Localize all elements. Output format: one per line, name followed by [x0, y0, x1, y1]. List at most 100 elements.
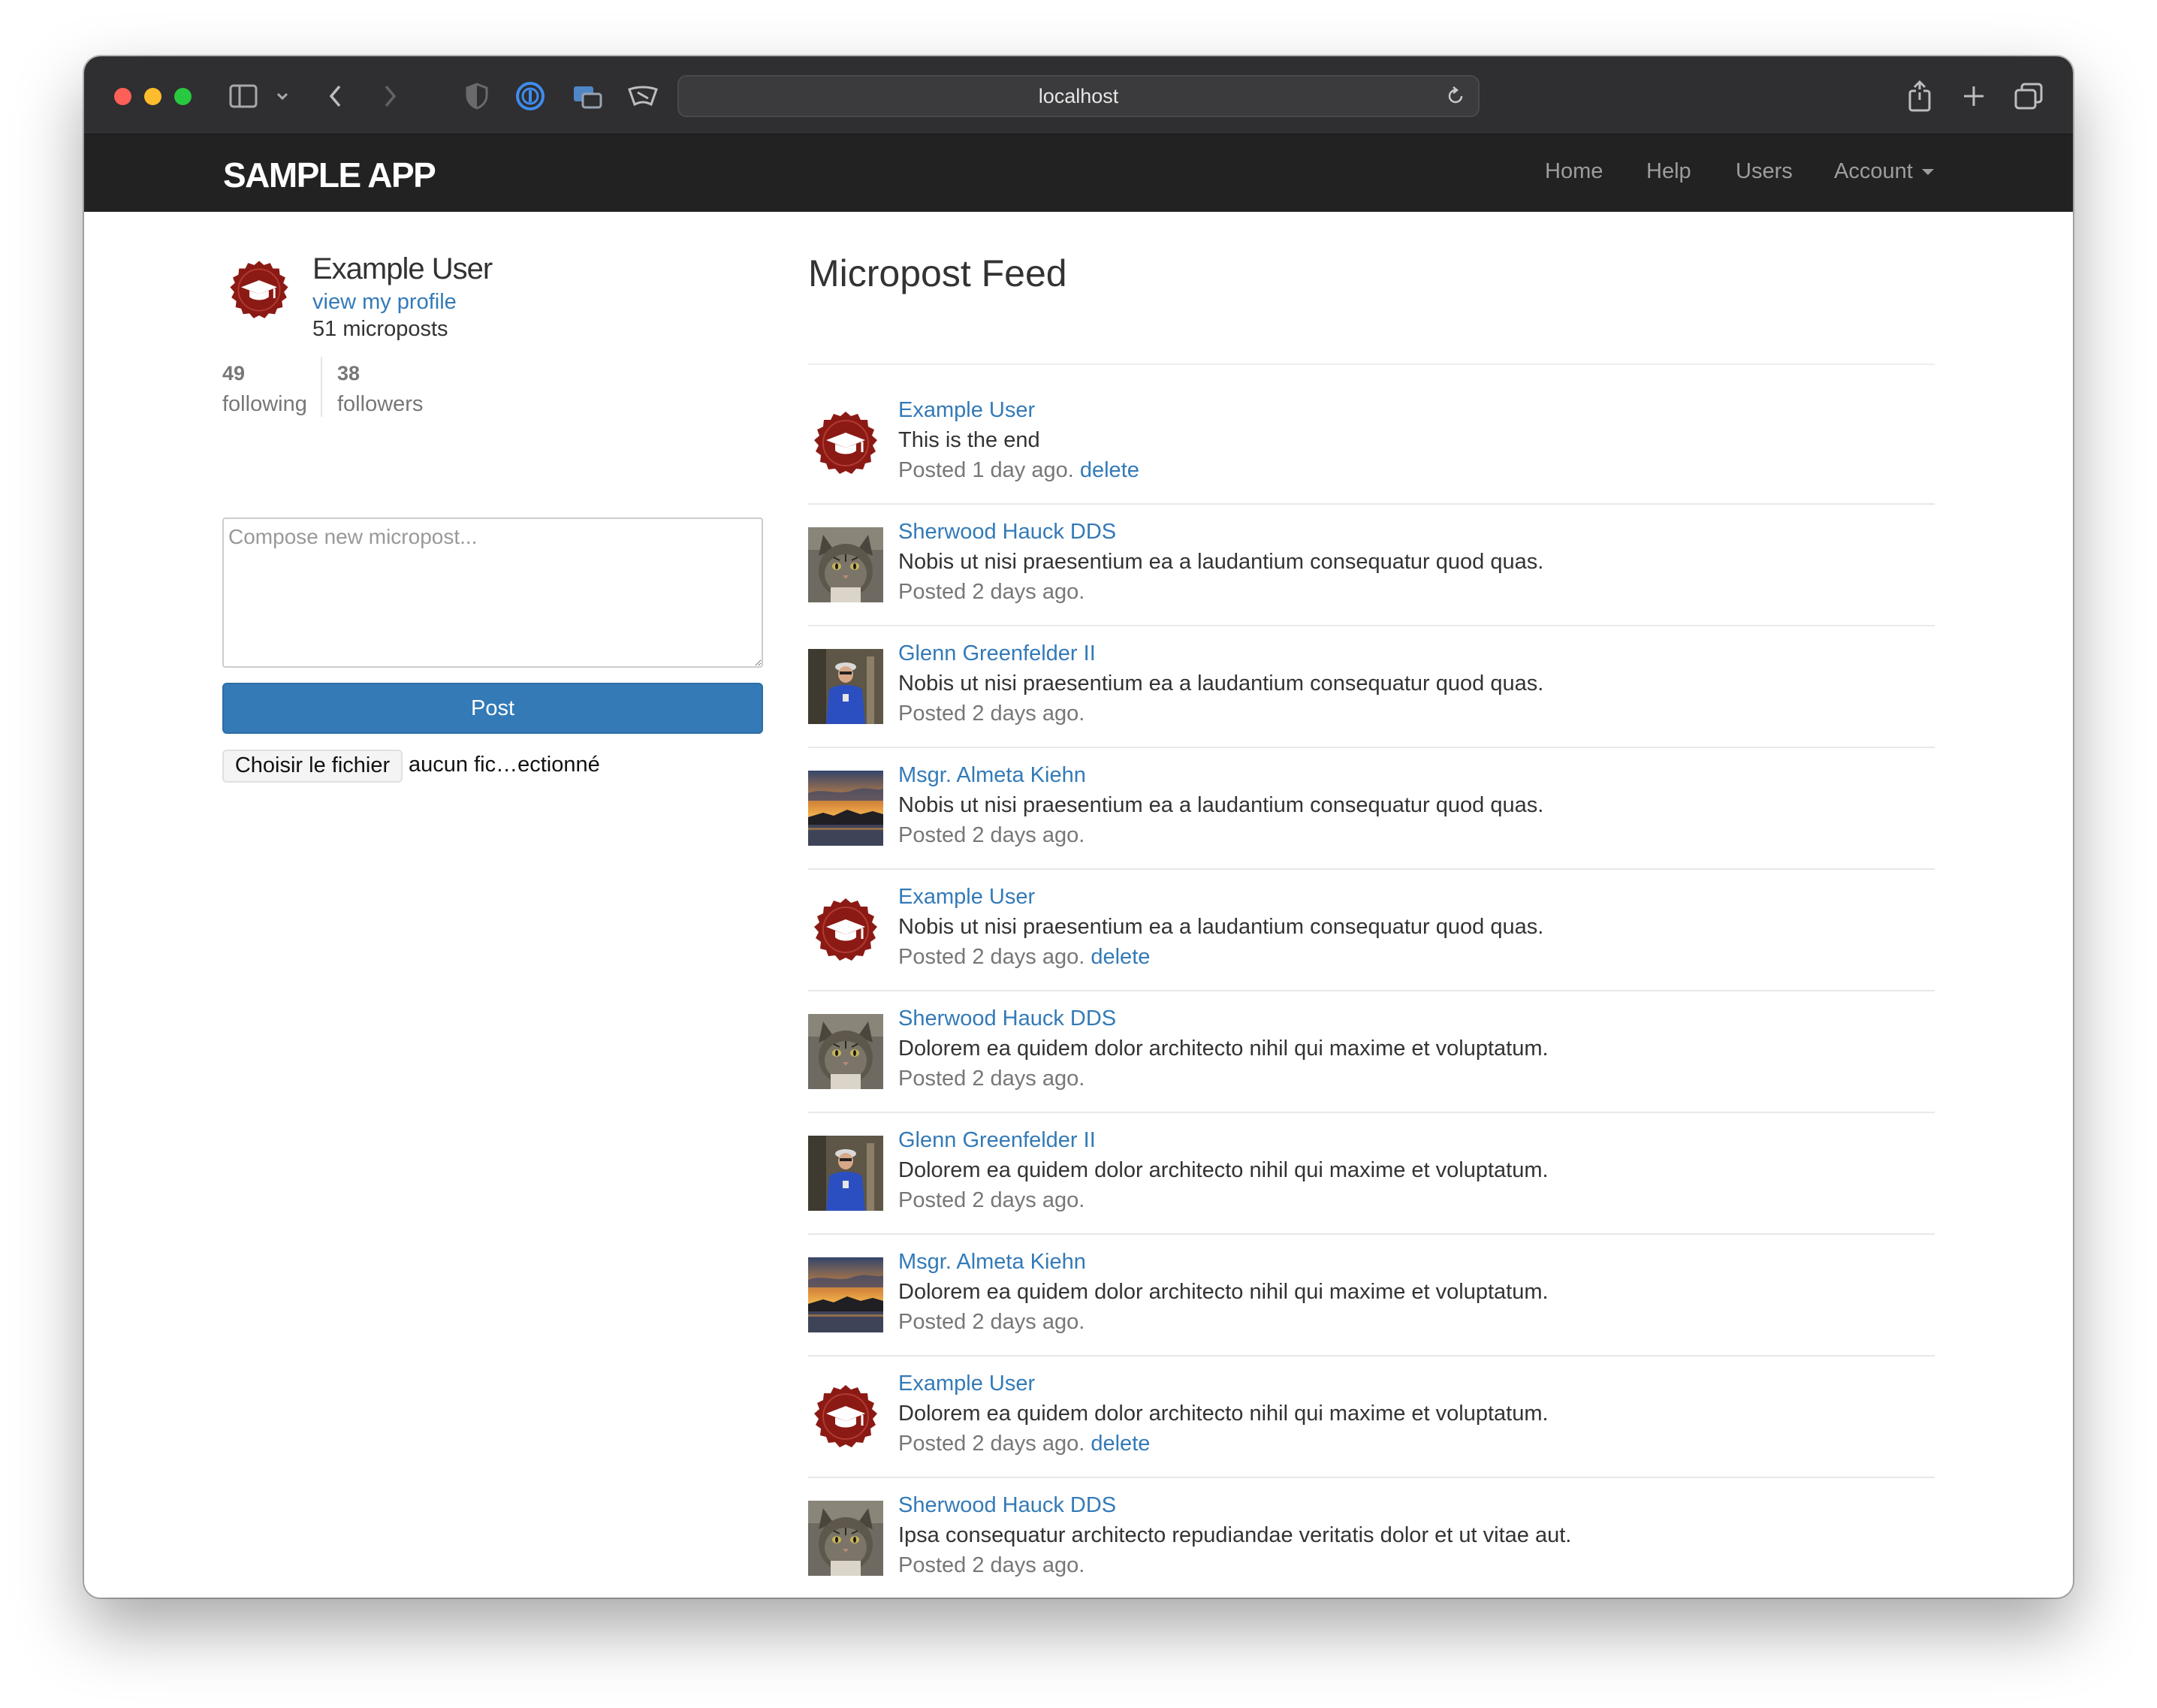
view-profile-link[interactable]: view my profile — [312, 290, 457, 315]
feed-avatar-badge[interactable] — [808, 1379, 883, 1454]
feed-avatar-cat[interactable] — [808, 1014, 883, 1089]
compose-micropost-input[interactable] — [222, 518, 763, 668]
feed-user-link[interactable]: Glenn Greenfelder II — [898, 641, 1096, 666]
feed-user-link[interactable]: Msgr. Almeta Kiehn — [898, 1250, 1086, 1275]
file-status: aucun fic…ectionné — [409, 753, 600, 777]
minimize-window-button[interactable] — [144, 88, 161, 105]
feed-timestamp-row: Posted 2 days ago. delete — [898, 1432, 1150, 1456]
caret-down-icon — [1921, 169, 1934, 176]
feed-user-link[interactable]: Example User — [898, 1372, 1035, 1396]
followers-count[interactable]: 38 — [337, 362, 360, 385]
feed-content: Nobis ut nisi praesentium ea a laudantiu… — [898, 671, 1544, 696]
feed-content: Nobis ut nisi praesentium ea a laudantiu… — [898, 550, 1544, 574]
reload-icon[interactable] — [1445, 86, 1466, 110]
feed-content: Dolorem ea quidem dolor architecto nihil… — [898, 1037, 1549, 1061]
chevron-down-icon[interactable] — [273, 79, 291, 113]
feed-content: This is the end — [898, 428, 1040, 452]
nav-users[interactable]: Users — [1736, 159, 1793, 184]
person-avatar-icon — [808, 649, 883, 724]
feed-timestamp-row: Posted 2 days ago. — [898, 823, 1085, 848]
person-avatar-icon — [808, 1136, 883, 1211]
password-manager-icon[interactable] — [514, 79, 546, 113]
feed-avatar-sunset[interactable] — [808, 771, 883, 846]
close-window-button[interactable] — [114, 88, 131, 105]
feed-timestamp-row: Posted 2 days ago. — [898, 702, 1085, 726]
feed-timestamp-row: Posted 2 days ago. — [898, 1553, 1085, 1578]
feed-user-link[interactable]: Example User — [898, 398, 1035, 423]
sunset-avatar-icon — [808, 1257, 883, 1332]
feed-avatar-badge[interactable] — [808, 406, 883, 481]
forward-icon[interactable] — [379, 79, 401, 113]
page-content: Example User view my profile 51 micropos… — [84, 212, 2073, 1598]
badge-avatar-icon — [814, 412, 877, 474]
feed-item: Sherwood Hauck DDS Nobis ut nisi praesent… — [808, 505, 1935, 626]
feed-user-link[interactable]: Sherwood Hauck DDS — [898, 1493, 1116, 1518]
badge-avatar-icon — [814, 1385, 877, 1447]
feed-timestamp: Posted 2 days ago. — [898, 945, 1085, 969]
stats-divider — [321, 357, 322, 417]
feed-content: Ipsa consequatur architecto repudiandae … — [898, 1523, 1572, 1547]
feed-user-link[interactable]: Msgr. Almeta Kiehn — [898, 763, 1086, 788]
feed-item: Sherwood Hauck DDS Ipsa consequatur archi… — [808, 1478, 1935, 1598]
feed-title-divider — [808, 364, 1935, 365]
followers-label[interactable]: followers — [337, 392, 423, 417]
reader-extension-icon[interactable] — [626, 79, 659, 113]
feed-timestamp: Posted 2 days ago. — [898, 823, 1085, 847]
delete-link[interactable]: delete — [1080, 458, 1139, 482]
feed-item: Msgr. Almeta Kiehn Nobis ut nisi praesent… — [808, 748, 1935, 870]
pip-extension-icon[interactable] — [571, 79, 604, 113]
feed-user-link[interactable]: Example User — [898, 885, 1035, 910]
back-icon[interactable] — [324, 79, 347, 113]
feed-avatar-sunset[interactable] — [808, 1257, 883, 1332]
nav-account-label: Account — [1834, 159, 1913, 183]
nav-home[interactable]: Home — [1545, 159, 1603, 184]
feed-avatar-cat[interactable] — [808, 527, 883, 602]
feed-avatar-person[interactable] — [808, 1136, 883, 1211]
feed-timestamp: Posted 2 days ago. — [898, 1310, 1085, 1334]
feed-timestamp-row: Posted 2 days ago. — [898, 1188, 1085, 1213]
feed-user-link[interactable]: Sherwood Hauck DDS — [898, 1006, 1116, 1031]
maximize-window-button[interactable] — [174, 88, 192, 105]
feed-timestamp-row: Posted 1 day ago. delete — [898, 458, 1139, 483]
feed-user-link[interactable]: Glenn Greenfelder II — [898, 1128, 1096, 1153]
feed-item: Glenn Greenfelder II Nobis ut nisi praese… — [808, 626, 1935, 748]
feed-timestamp-row: Posted 2 days ago. — [898, 1310, 1085, 1335]
sidebar-toggle-icon[interactable] — [227, 79, 260, 113]
app-logo[interactable]: SAMPLE APP — [223, 155, 436, 195]
feed-avatar-person[interactable] — [808, 649, 883, 724]
privacy-shield-icon[interactable] — [463, 79, 490, 113]
feed-timestamp: Posted 1 day ago. — [898, 458, 1074, 482]
badge-avatar-icon — [814, 898, 877, 961]
feed-timestamp: Posted 2 days ago. — [898, 1432, 1085, 1456]
browser-toolbar: localhost — [84, 56, 2073, 135]
delete-link[interactable]: delete — [1091, 1432, 1150, 1456]
choose-file-button[interactable]: Choisir le fichier — [222, 750, 403, 783]
feed-content: Nobis ut nisi praesentium ea a laudantiu… — [898, 915, 1544, 939]
feed-timestamp-row: Posted 2 days ago. — [898, 580, 1085, 605]
share-icon[interactable] — [1905, 79, 1935, 113]
sidebar-user-name: Example User — [312, 252, 493, 285]
post-button[interactable]: Post — [222, 683, 763, 734]
micropost-count: 51 microposts — [312, 317, 448, 341]
feed-timestamp: Posted 2 days ago. — [898, 1553, 1085, 1577]
feed-timestamp-row: Posted 2 days ago. delete — [898, 945, 1150, 970]
user-avatar[interactable] — [225, 255, 294, 324]
following-label[interactable]: following — [222, 392, 307, 417]
feed-item: Example User Nobis ut nisi praesentium ea… — [808, 870, 1935, 991]
feed-item: Sherwood Hauck DDS Dolorem ea quidem dolo… — [808, 991, 1935, 1113]
feed-item: Example User This is the end Posted 1 day … — [808, 383, 1935, 505]
url-text: localhost — [1038, 85, 1119, 107]
app-navbar: SAMPLE APP Home Help Users Account — [84, 135, 2073, 212]
nav-help[interactable]: Help — [1646, 159, 1691, 184]
feed-user-link[interactable]: Sherwood Hauck DDS — [898, 520, 1116, 545]
tab-overview-icon[interactable] — [2013, 79, 2044, 113]
feed-avatar-badge[interactable] — [808, 892, 883, 967]
feed-item: Msgr. Almeta Kiehn Dolorem ea quidem dolo… — [808, 1235, 1935, 1356]
address-bar[interactable]: localhost — [677, 75, 1480, 117]
following-count[interactable]: 49 — [222, 362, 245, 385]
new-tab-icon[interactable] — [1960, 79, 1987, 113]
feed-title: Micropost Feed — [808, 252, 1067, 294]
nav-account-dropdown[interactable]: Account — [1834, 159, 1934, 184]
feed-avatar-cat[interactable] — [808, 1501, 883, 1576]
delete-link[interactable]: delete — [1091, 945, 1150, 969]
